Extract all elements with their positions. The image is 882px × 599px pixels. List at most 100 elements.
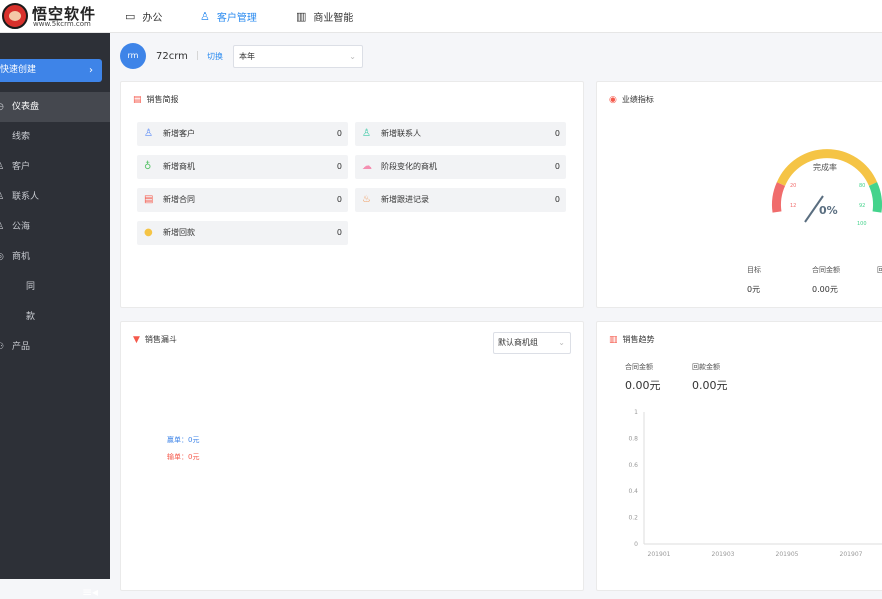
sidebar-item-contracts[interactable]: 同 (0, 272, 110, 302)
performance-title: ◉ 业绩指标 (609, 94, 654, 105)
contract-icon: ▤ (144, 194, 154, 205)
period-value: 本年 (238, 51, 255, 61)
sidebar-item-label: 款 (26, 312, 36, 322)
brief-item-label: 新增回款 (163, 228, 195, 237)
quick-create-label: 快速创建 (0, 65, 37, 75)
stat-target-value: 0元 (747, 285, 761, 294)
sales-trend-title: ▥ 销售趋势 (609, 334, 655, 345)
x-tick-label: 201905 (776, 551, 799, 558)
user-bar: rm 72crm | 切换 本年 ⌄ (120, 43, 363, 69)
brief-item-value: 0 (336, 195, 342, 204)
sales-brief-title: ▤ 销售简报 (133, 94, 179, 105)
coin-icon: ● (144, 227, 153, 238)
contact-icon: ♙ (362, 128, 371, 139)
y-tick-label: 0.6 (628, 462, 638, 469)
pool-icon: ♙ (0, 222, 5, 232)
y-tick-label: 0.8 (628, 435, 638, 442)
customer-icon: ♙ (144, 128, 153, 139)
brief-item-new-contacts[interactable]: ♙ 新增联系人 0 (355, 122, 566, 146)
win-amount: 赢单：0元 (167, 436, 200, 444)
customer-icon: ♙ (200, 10, 210, 23)
product-icon: ⚇ (0, 342, 5, 352)
gauge-tick: 12 (790, 203, 796, 209)
gauge-value: 0% (819, 204, 838, 217)
topnav-customer-label: 客户管理 (216, 13, 257, 24)
sidebar-item-label: 线索 (12, 132, 31, 142)
gauge-tick: 80 (859, 183, 865, 189)
brief-item-label: 新增客户 (163, 129, 195, 138)
funnel-icon: ▼ (133, 334, 140, 345)
trend-payment-value: 0.00元 (692, 379, 728, 392)
brief-item-label: 新增跟进记录 (381, 195, 429, 204)
topnav-office-label: 办公 (142, 13, 163, 24)
user-name: 72crm (156, 50, 188, 62)
sidebar-item-label: 同 (26, 282, 36, 292)
quick-create-button[interactable]: 快速创建 › (0, 59, 102, 82)
brief-item-value: 0 (336, 162, 342, 171)
monkey-logo-icon (2, 3, 28, 29)
y-tick-label: 0.4 (628, 488, 638, 495)
gauge-tick: 20 (790, 183, 796, 189)
topnav-customer[interactable]: ♙ 客户管理 (200, 0, 257, 33)
sidebar-item-payments[interactable]: 款 (0, 302, 110, 332)
brand-logo[interactable]: 悟空软件 www.5kcrm.com (2, 3, 102, 31)
completion-gauge: 20 12 80 92 100 (772, 149, 882, 227)
chevron-right-icon: › (89, 65, 93, 76)
brief-item-label: 新增联系人 (381, 129, 421, 138)
sidebar-item-label: 客户 (12, 162, 31, 172)
brief-item-new-followups[interactable]: ♨ 新增跟进记录 0 (355, 188, 566, 212)
x-tick-label: 201907 (840, 551, 863, 558)
y-tick-label: 0 (634, 541, 638, 548)
sidebar-item-label: 公海 (12, 222, 31, 232)
sidebar-item-customers[interactable]: ♙ 客户 (0, 152, 110, 182)
brief-item-new-contracts[interactable]: ▤ 新增合同 0 (137, 188, 348, 212)
main-content: rm 72crm | 切换 本年 ⌄ ▤ 销售简报 ♙ 新增客户 0 ♙ 新增联系人 0… (110, 33, 882, 591)
trend-payment-label: 回款金额 (692, 363, 720, 371)
target-icon: ◉ (609, 94, 617, 105)
brief-item-new-customers[interactable]: ♙ 新增客户 0 (137, 122, 348, 146)
sidebar-item-pool[interactable]: ♙ 公海 (0, 212, 110, 242)
trend-chart-icon: ▥ (609, 334, 618, 345)
business-group-select[interactable]: 默认商机组 ⌄ (493, 332, 571, 354)
stat-contract-label: 合同金额 (812, 266, 840, 274)
gauge-label: 完成率 (813, 163, 837, 172)
collapse-menu-icon[interactable]: ≡◂ (82, 585, 98, 599)
brief-item-new-payments[interactable]: ● 新增回款 0 (137, 221, 348, 245)
sales-trend-card: ▥ 销售趋势 合同金额 0.00元 回款金额 0.00元 0 0.2 0.4 0.6 0… (596, 321, 882, 591)
monitor-icon: ▭ (125, 10, 136, 23)
stat-contract-value: 0.00元 (812, 285, 838, 294)
avatar[interactable]: rm (120, 43, 146, 69)
switch-user-link[interactable]: 切换 (207, 51, 223, 62)
gauge-segment-high (868, 182, 882, 213)
brief-item-label: 新增合同 (163, 195, 195, 204)
brief-item-new-opportunities[interactable]: ♁ 新增商机 0 (137, 155, 348, 179)
lightbulb-icon: ♁ (144, 161, 152, 172)
x-tick-label: 201903 (712, 551, 735, 558)
brief-item-label: 阶段变化的商机 (381, 162, 437, 171)
sidebar-item-contacts[interactable]: ♙ 联系人 (0, 182, 110, 212)
brief-item-value: 0 (554, 162, 560, 171)
y-tick-label: 0.2 (628, 515, 638, 522)
gauge-tick: 100 (857, 221, 867, 227)
sidebar-item-dashboard[interactable]: ◷ 仪表盘 (0, 92, 110, 122)
brief-item-stage-change[interactable]: ☁ 阶段变化的商机 0 (355, 155, 566, 179)
business-group-value: 默认商机组 (498, 338, 538, 347)
sidebar-item-opportunities[interactable]: ◎ 商机 (0, 242, 110, 272)
top-bar: 悟空软件 www.5kcrm.com ▭ 办公 ♙ 客户管理 ▥ 商业智能 (0, 0, 882, 33)
sidebar-item-label: 联系人 (12, 192, 40, 202)
footprint-icon: ♨ (362, 194, 371, 205)
x-tick-label: 201901 (648, 551, 671, 558)
brief-item-value: 0 (336, 228, 342, 237)
trend-contract-value: 0.00元 (625, 379, 661, 392)
stat-payment-label: 回 (877, 265, 882, 275)
sales-brief-card: ▤ 销售简报 ♙ 新增客户 0 ♙ 新增联系人 0 ♁ 新增商机 0 ☁ 阶段变化的商机 0 ▤… (120, 81, 584, 308)
sidebar-item-products[interactable]: ⚇ 产品 (0, 332, 110, 362)
sales-brief-title-text: 销售简报 (146, 95, 179, 104)
topnav-bi[interactable]: ▥ 商业智能 (296, 0, 353, 33)
cloud-icon: ☁ (362, 161, 372, 172)
sidebar-item-label: 商机 (12, 252, 31, 262)
sales-funnel-card: ▼ 销售漏斗 默认商机组 ⌄ 赢单：0元 输单：0元 (120, 321, 584, 591)
sidebar-item-leads[interactable]: J 线索 (0, 122, 110, 152)
period-select[interactable]: 本年 ⌄ (232, 44, 363, 68)
topnav-office[interactable]: ▭ 办公 (125, 0, 162, 33)
